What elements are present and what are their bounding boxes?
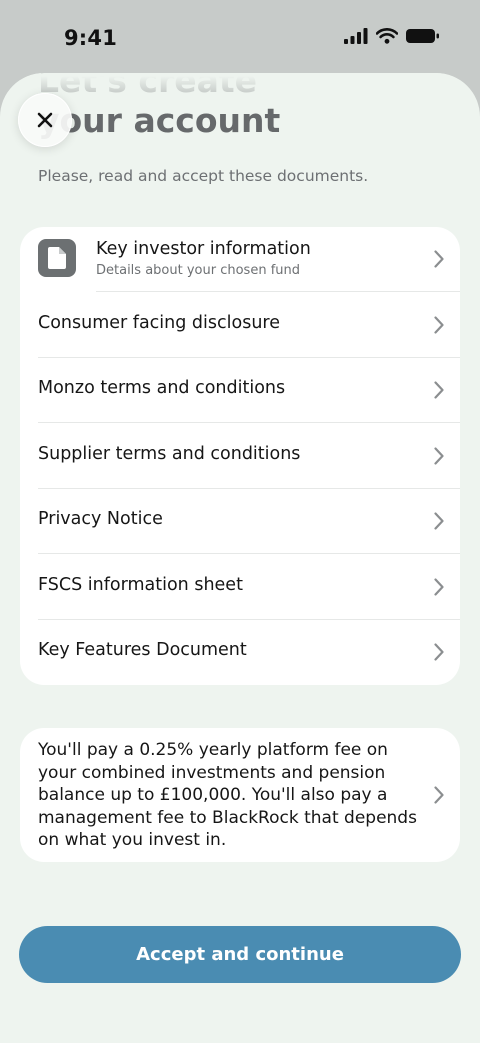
fee-notice-text: You'll pay a 0.25% yearly platform fee o… <box>38 740 417 850</box>
document-title: Key investor information <box>96 239 311 259</box>
document-icon <box>38 239 76 277</box>
accept-and-continue-button[interactable]: Accept and continue <box>19 926 461 983</box>
document-label: Privacy Notice <box>38 509 163 529</box>
chevron-right-icon <box>434 512 444 530</box>
chevron-right-icon <box>434 643 444 661</box>
status-time: 9:41 <box>64 26 118 50</box>
document-label: Key Features Document <box>38 640 247 660</box>
title-fade-overlay <box>0 73 480 103</box>
document-row-consumer-facing-disclosure[interactable]: Consumer facing disclosure <box>20 293 460 358</box>
cellular-signal-icon <box>344 28 368 44</box>
close-button[interactable] <box>18 93 72 147</box>
battery-icon <box>406 29 439 43</box>
wifi-icon <box>376 28 398 44</box>
fee-notice-card[interactable]: You'll pay a 0.25% yearly platform fee o… <box>20 728 460 862</box>
document-row-key-features-document[interactable]: Key Features Document <box>20 620 460 685</box>
status-icons <box>344 28 440 44</box>
chevron-right-icon <box>434 446 444 465</box>
close-icon <box>37 112 53 128</box>
chevron-right-icon <box>434 315 444 334</box>
document-row-fscs-information-sheet[interactable]: FSCS information sheet <box>20 555 460 620</box>
account-sheet: Let's create your account Please, read a… <box>0 73 480 1043</box>
page-subtitle: Please, read and accept these documents. <box>38 167 369 185</box>
document-row-supplier-terms[interactable]: Supplier terms and conditions <box>20 424 460 489</box>
document-row-monzo-terms[interactable]: Monzo terms and conditions <box>20 358 460 423</box>
document-label: Monzo terms and conditions <box>38 378 286 398</box>
chevron-right-icon <box>434 250 444 268</box>
chevron-right-icon <box>434 786 444 804</box>
document-label: FSCS information sheet <box>38 574 243 595</box>
document-description: Details about your chosen fund <box>96 263 300 278</box>
chevron-right-icon <box>434 577 444 596</box>
chevron-right-icon <box>434 381 444 399</box>
document-row-key-investor-information[interactable]: Key investor information Details about y… <box>20 227 460 292</box>
document-label: Supplier terms and conditions <box>38 443 301 464</box>
document-label: Consumer facing disclosure <box>38 312 280 333</box>
documents-list: Key investor information Details about y… <box>20 227 460 685</box>
status-bar: 9:41 <box>0 0 480 76</box>
document-row-privacy-notice[interactable]: Privacy Notice <box>20 489 460 554</box>
